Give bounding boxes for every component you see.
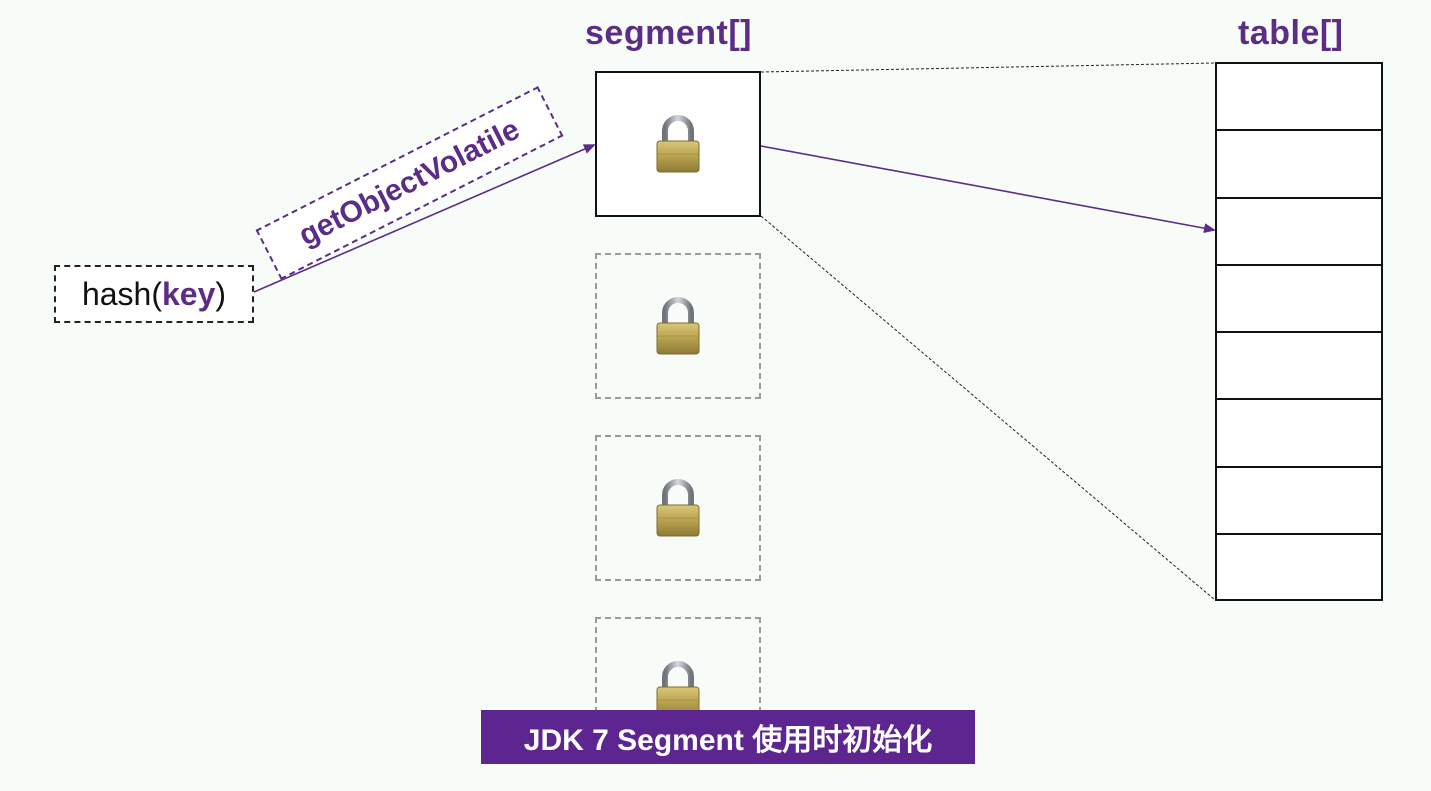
hash-key-box: hash(key) xyxy=(54,265,254,323)
table-slot xyxy=(1217,535,1381,602)
table-slot xyxy=(1217,131,1381,199)
lock-icon xyxy=(656,297,700,355)
table-slot xyxy=(1217,64,1381,132)
segment-box-uninitialized xyxy=(595,253,761,399)
segment-box-uninitialized xyxy=(595,435,761,581)
expand-guide-top xyxy=(760,62,1216,73)
expand-guide-bottom xyxy=(760,215,1216,601)
segment-to-table-arrow xyxy=(760,145,1216,234)
table-slot xyxy=(1217,400,1381,468)
hash-prefix: hash( xyxy=(81,275,162,312)
lock-icon xyxy=(656,115,700,173)
table-slot xyxy=(1217,333,1381,401)
lock-icon xyxy=(656,479,700,537)
table-slot xyxy=(1217,468,1381,536)
table-slot xyxy=(1217,266,1381,334)
caption-banner: JDK 7 Segment 使用时初始化 xyxy=(481,710,975,764)
table-array xyxy=(1215,62,1383,601)
key-text: key xyxy=(162,275,216,312)
table-slot xyxy=(1217,199,1381,266)
hash-suffix: ) xyxy=(215,275,227,312)
segment-box-initialized xyxy=(595,71,761,217)
